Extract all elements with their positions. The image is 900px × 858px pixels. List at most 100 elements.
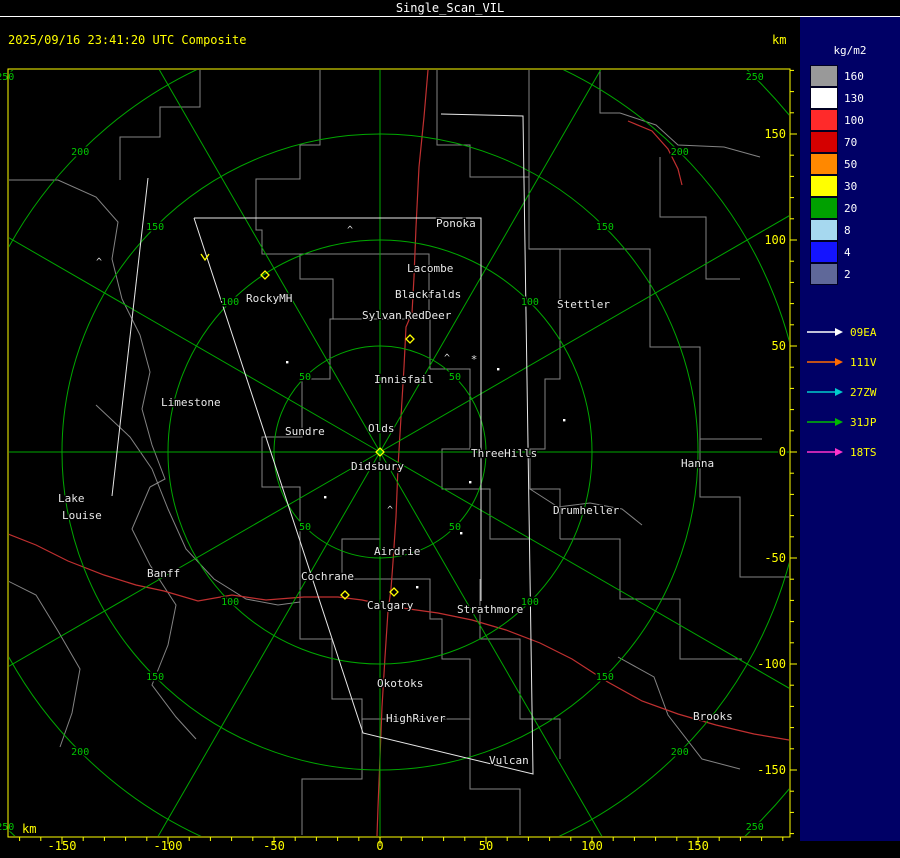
radar-site-entry: 31JP (806, 407, 877, 437)
radial-line (158, 70, 381, 453)
scale-value: 160 (844, 69, 864, 83)
color-swatch (810, 109, 838, 131)
scan-timestamp: 2025/09/16 23:41:20 UTC Composite (8, 33, 247, 47)
point-marker (469, 481, 472, 484)
caret-marker: ^ (347, 225, 353, 236)
radar-site-id: 18TS (850, 445, 877, 459)
color-swatch (810, 65, 838, 87)
boundary-line (9, 179, 166, 488)
asterisk-marker: * (471, 353, 478, 366)
ring-distance-label: 100 (521, 597, 539, 608)
radar-site-id: 27ZW (850, 385, 877, 399)
ring-distance-label: 150 (146, 222, 164, 233)
scale-entry: 160 (810, 65, 864, 87)
ring-distance-label: 150 (596, 672, 614, 683)
point-marker (497, 368, 500, 371)
boundary-line (436, 70, 529, 178)
radar-site-entry: 27ZW (806, 377, 877, 407)
radial-line (379, 215, 789, 453)
coverage-outline (193, 113, 534, 775)
town-label: Lacombe (407, 262, 453, 275)
radar-site-id: 31JP (850, 415, 877, 429)
scale-entry: 4 (810, 241, 864, 263)
city-marker-diamond (405, 334, 415, 344)
x-axis-tick-label: -150 (48, 839, 77, 853)
ring-distance-label: 100 (221, 597, 239, 608)
scale-entry: 30 (810, 175, 864, 197)
boundary-line (95, 404, 301, 606)
town-label: Limestone (161, 396, 221, 409)
town-label: Lake (58, 492, 85, 505)
radar-site-id: 111V (850, 355, 877, 369)
y-axis-tick-label: -50 (764, 551, 786, 565)
caret-marker: ^ (96, 257, 102, 268)
scale-value: 8 (844, 223, 851, 237)
color-swatch (810, 263, 838, 285)
scale-value: 130 (844, 91, 864, 105)
boundary-line (469, 719, 521, 835)
town-label: ThreeHills (471, 447, 537, 460)
ring-distance-label: 200 (671, 747, 689, 758)
y-axis-unit: km (772, 33, 787, 47)
y-axis-tick-label: 0 (779, 445, 786, 459)
legend-sidebar: kg/m2 160 130 100 70 50 30 20 8 4 2 09EA 111V 27ZW 3… (800, 17, 900, 841)
color-swatch (810, 175, 838, 197)
town-label: Banff (147, 567, 180, 580)
x-axis-tick-label: 100 (581, 839, 603, 853)
ring-distance-label: 50 (299, 372, 311, 383)
color-swatch (810, 241, 838, 263)
ring-distance-label: 250 (746, 822, 764, 833)
color-swatch (810, 219, 838, 241)
y-axis-tick-label: 150 (764, 127, 786, 141)
town-label: Hanna (681, 457, 714, 470)
ring-distance-label: 250 (746, 72, 764, 83)
y-axis-tick-label: -100 (757, 657, 786, 671)
scale-entry: 70 (810, 131, 864, 153)
scale-value: 30 (844, 179, 858, 193)
town-label: Calgary (367, 599, 414, 612)
scale-value: 2 (844, 267, 851, 281)
ring-distance-label: 100 (221, 297, 239, 308)
ring-distance-label: 50 (449, 522, 461, 533)
radar-plot[interactable]: ^ ^ ^ ^ * Ponoka Lacombe Blackfalds Sylvan RedDee… (0, 17, 800, 853)
radar-site-entry: 111V (806, 347, 877, 377)
color-scale: 160 130 100 70 50 30 20 8 4 2 (810, 65, 864, 285)
ring-distance-label: 50 (449, 372, 461, 383)
point-marker (324, 496, 327, 499)
window-title: Single_Scan_VIL (0, 0, 900, 17)
town-label: Stettler (557, 298, 610, 311)
point-marker (286, 361, 289, 364)
caret-marker: ^ (444, 353, 450, 364)
ring-distance-label: 200 (671, 147, 689, 158)
scale-entry: 100 (810, 109, 864, 131)
ring-distance-label: 200 (71, 747, 89, 758)
y-axis-tick-label: 100 (764, 233, 786, 247)
ring-distance-label: 200 (71, 147, 89, 158)
town-label: RockyMH (246, 292, 292, 305)
radar-map-svg: ^ ^ ^ ^ * Ponoka Lacombe Blackfalds Sylvan RedDee… (0, 68, 797, 853)
x-axis-tick-label: 0 (376, 839, 383, 853)
boundary-line (341, 489, 381, 579)
y-axis-tick-label: 50 (772, 339, 786, 353)
scale-value: 70 (844, 135, 858, 149)
town-label: Cochrane (301, 570, 354, 583)
radar-site-legend: 09EA 111V 27ZW 31JP 18TS (806, 317, 877, 467)
town-label: Olds (368, 422, 395, 435)
ring-distance-label: 50 (299, 522, 311, 533)
radial-line (379, 70, 602, 453)
legend-unit-label: kg/m2 (833, 44, 867, 57)
town-label: Innisfail (374, 373, 434, 386)
boundary-line (301, 719, 363, 835)
color-swatch (810, 131, 838, 153)
color-swatch (810, 153, 838, 175)
highway-line (9, 533, 377, 604)
boundary-line (131, 486, 197, 740)
color-swatch (810, 197, 838, 219)
town-label: Brooks (693, 710, 733, 723)
radar-site-entry: 18TS (806, 437, 877, 467)
radar-site-id: 09EA (850, 325, 877, 339)
radar-arrow-icon (807, 448, 843, 456)
town-label: RedDeer (405, 309, 452, 322)
caret-marker: ^ (387, 505, 393, 516)
x-axis-tick-label: -100 (154, 839, 183, 853)
